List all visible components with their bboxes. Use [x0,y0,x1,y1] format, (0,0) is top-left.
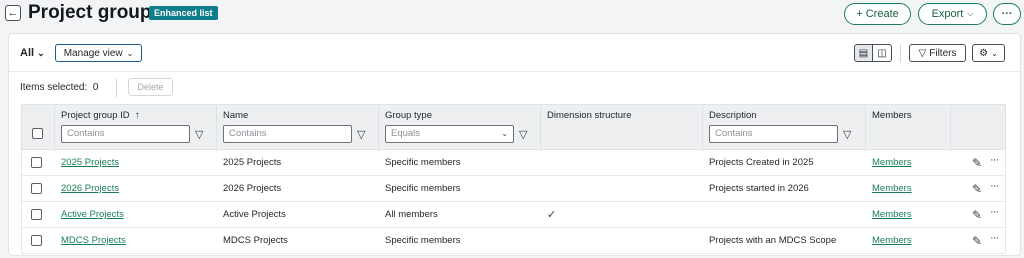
delete-button[interactable]: Delete [128,78,173,96]
row-checkbox[interactable] [31,183,42,194]
selection-divider [116,79,117,97]
group-type-cell: Specific members [385,183,461,194]
view-select-label: All [20,47,35,59]
column-header-label[interactable]: Dimension structure [547,110,631,121]
table-row: 2026 Projects 2026 Projects Specific mem… [21,176,1006,202]
project-group-id-link[interactable]: 2025 Projects [61,150,119,176]
group-type-cell: Specific members [385,235,461,246]
edit-pencil-icon[interactable]: ✎ [972,208,982,222]
row-more-icon[interactable]: ··· [990,232,999,244]
export-button-label: Export [931,8,964,20]
filter-icon[interactable]: ▽ [357,128,365,141]
group-type-cell: All members [385,209,438,220]
row-more-icon[interactable]: ··· [990,154,999,166]
members-link[interactable]: Members [872,202,912,228]
project-group-id-link[interactable]: 2026 Projects [61,176,119,202]
items-selected-label: Items selected: [20,82,88,93]
more-actions-button[interactable]: ··· [993,3,1021,25]
page-title: Project groups [28,2,163,23]
edit-pencil-icon[interactable]: ✎ [972,182,982,196]
name-cell: Active Projects [223,209,286,220]
chevron-down-icon: ⌄ [501,129,508,138]
group-type-cell: Specific members [385,157,461,168]
items-selected-count: 0 [92,82,99,93]
row-more-icon[interactable]: ··· [990,180,999,192]
project-group-id-filter-input[interactable]: Contains [61,125,190,143]
list-card: All ⌄ Manage view ⌄ ▤ ◫ ▽ Filters ⚙ ⌄ Items … [8,33,1021,256]
enhanced-list-badge: Enhanced list [149,6,218,20]
sort-ascending-icon[interactable]: ↑ [135,110,140,121]
page-header: ← Project groups Enhanced list + Create … [0,0,1024,30]
list-view-toggle[interactable]: ▤ [854,44,873,62]
row-more-icon[interactable]: ··· [990,206,999,218]
column-header-label[interactable]: Group type [385,110,432,121]
members-link[interactable]: Members [872,150,912,176]
project-group-id-link[interactable]: Active Projects [61,202,124,228]
table-header: Project group ID ↑ Contains ▽ Name Conta… [21,104,1006,151]
filter-icon[interactable]: ▽ [519,128,527,141]
view-select[interactable]: All ⌄ [20,47,45,59]
create-button[interactable]: + Create [844,3,911,25]
column-dimension-structure: Dimension structure [541,105,703,151]
name-cell: 2026 Projects [223,183,282,194]
manage-view-button[interactable]: Manage view ⌄ [55,44,142,62]
name-filter-input[interactable]: Contains [223,125,352,143]
create-button-label: + Create [856,8,899,20]
table-row: Active Projects Active Projects All memb… [21,202,1006,228]
members-link[interactable]: Members [872,176,912,202]
selection-info: Items selected: 0 [20,82,98,93]
description-cell: Projects with an MDCS Scope [709,235,837,246]
manage-view-label: Manage view [63,47,123,59]
column-header-label[interactable]: Project group ID ↑ [61,110,140,121]
column-header-label[interactable]: Description [709,110,757,121]
name-cell: 2025 Projects [223,157,282,168]
members-link[interactable]: Members [872,228,912,254]
row-checkbox[interactable] [31,235,42,246]
description-filter-input[interactable]: Contains [709,125,838,143]
split-view-toggle[interactable]: ◫ [873,44,892,62]
row-checkbox[interactable] [31,209,42,220]
select-all-checkbox[interactable] [32,128,43,139]
edit-pencil-icon[interactable]: ✎ [972,156,982,170]
row-checkbox[interactable] [31,157,42,168]
table-row: MDCS Projects MDCS Projects Specific mem… [21,228,1006,254]
column-members: Members [866,105,951,151]
gear-icon: ⚙ [979,47,989,59]
dimension-structure-check-icon: ✓ [547,209,557,221]
chevron-down-icon: ⌄ [37,47,45,58]
edit-pencil-icon[interactable]: ✎ [972,234,982,248]
filters-button[interactable]: ▽ Filters [909,44,966,62]
project-group-id-link[interactable]: MDCS Projects [61,228,126,254]
column-group-type: Group type Equals ⌄ ▽ [379,105,541,151]
more-icon: ··· [1001,8,1013,20]
column-header-label[interactable]: Members [872,110,912,121]
group-type-filter-select[interactable]: Equals ⌄ [385,125,514,143]
table-row: 2025 Projects 2025 Projects Specific mem… [21,150,1006,176]
column-header-label[interactable]: Name [223,110,248,121]
column-description: Description Contains ▽ [703,105,866,151]
project-groups-table: Project group ID ↑ Contains ▽ Name Conta… [21,104,1006,254]
column-project-group-id: Project group ID ↑ Contains ▽ [55,105,217,151]
name-cell: MDCS Projects [223,235,288,246]
settings-button[interactable]: ⚙ ⌄ [972,44,1005,62]
back-arrow-icon[interactable]: ← [5,5,21,21]
select-all-cell [22,105,55,151]
list-toolbar: All ⌄ Manage view ⌄ ▤ ◫ ▽ Filters ⚙ ⌄ [9,34,1020,72]
chevron-down-icon: ⌵ [967,9,974,18]
column-name: Name Contains ▽ [217,105,379,151]
toolbar-divider [900,44,901,62]
description-cell: Projects Created in 2025 [709,157,814,168]
list-view-icon: ▤ [858,47,869,59]
filter-icon[interactable]: ▽ [843,128,851,141]
description-cell: Projects started in 2026 [709,183,809,194]
filters-label: Filters [929,47,957,59]
filter-icon[interactable]: ▽ [195,128,203,141]
filter-icon: ▽ [918,47,927,59]
chevron-down-icon: ⌄ [126,48,134,58]
split-view-icon: ◫ [877,47,887,59]
export-button[interactable]: Export ⌵ [918,3,987,25]
chevron-down-icon: ⌄ [991,48,998,58]
